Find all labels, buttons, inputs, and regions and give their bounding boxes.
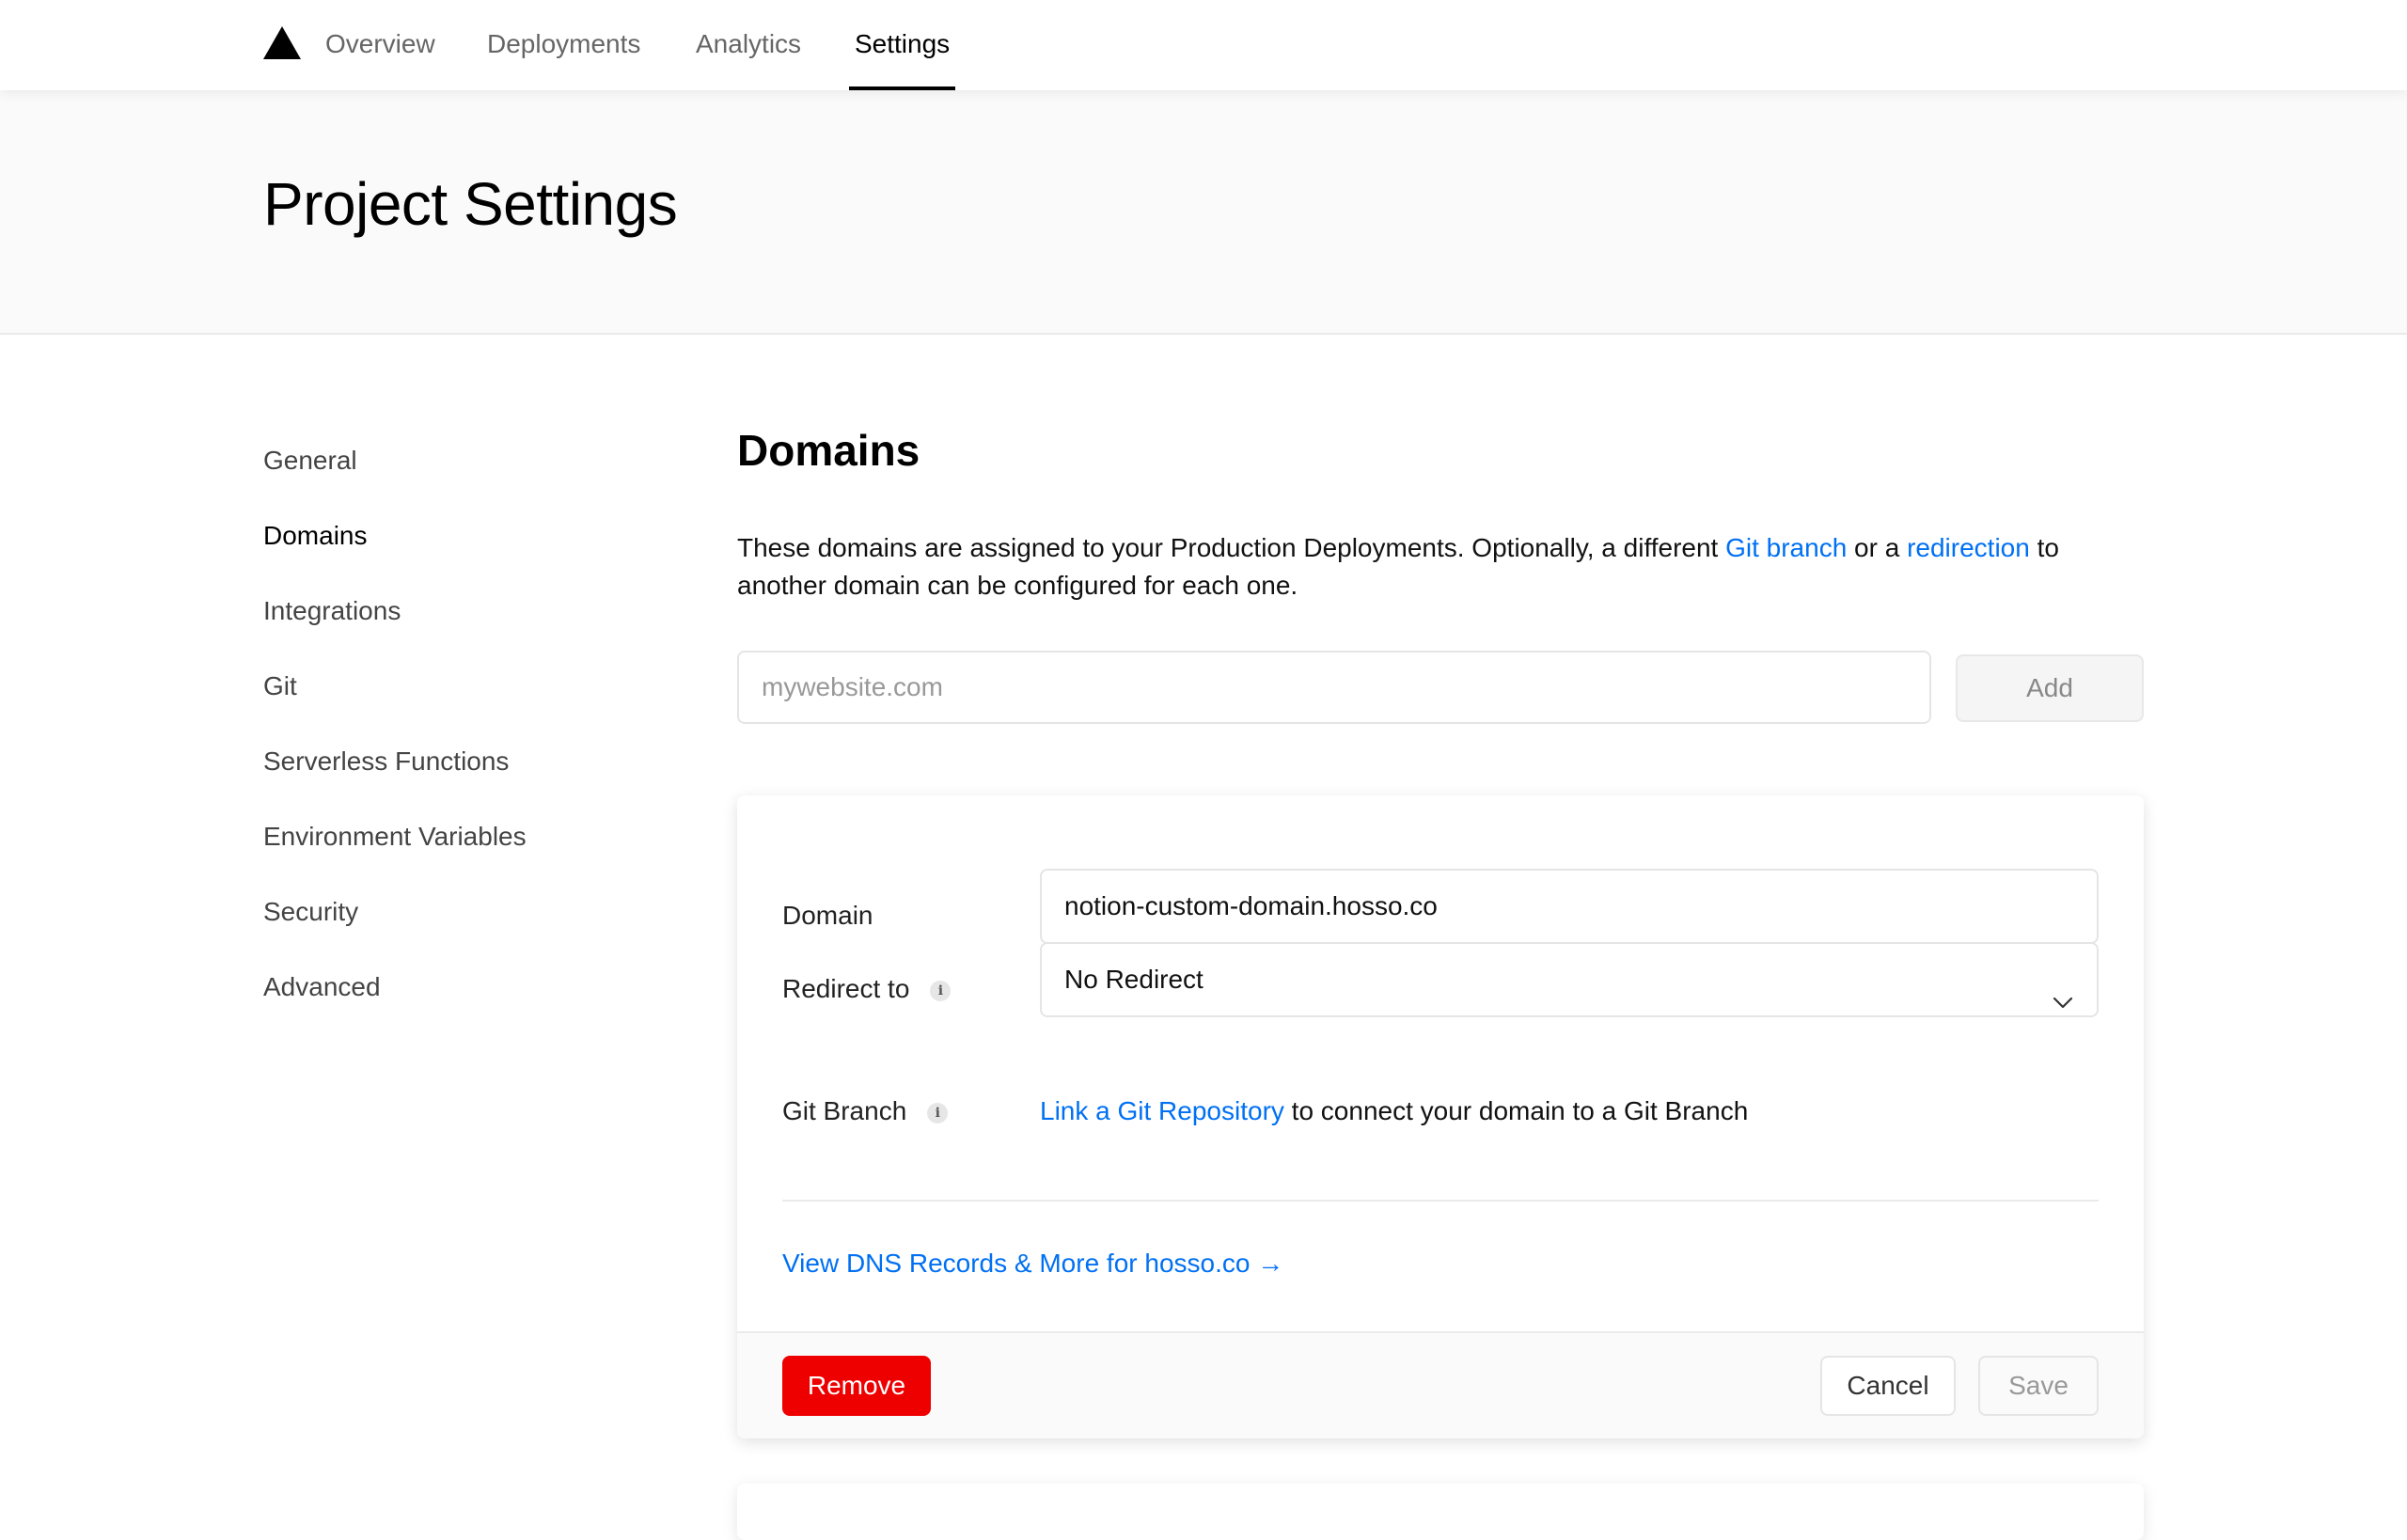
domain-field[interactable]: notion-custom-domain.hosso.co: [1040, 869, 2099, 944]
description-text: These domains are assigned to your Produ…: [737, 533, 1726, 562]
info-icon[interactable]: i: [927, 1102, 949, 1124]
vercel-logo-icon[interactable]: [263, 26, 301, 59]
sidebar-item-git[interactable]: Git: [263, 671, 297, 701]
tab-label: Overview: [325, 29, 435, 58]
redirect-label-text: Redirect to: [782, 974, 910, 1003]
git-branch-text: to connect your domain to a Git Branch: [1283, 1096, 1749, 1125]
next-domain-card: [737, 1484, 2144, 1540]
section-title: Domains: [737, 426, 920, 475]
redirect-select[interactable]: No Redirect: [1040, 942, 2099, 1017]
redirect-label: Redirect to i: [782, 974, 952, 1004]
git-branch-row: Link a Git Repository to connect your do…: [1040, 1096, 1748, 1126]
tab-label: Deployments: [487, 29, 641, 58]
git-branch-label-text: Git Branch: [782, 1096, 907, 1125]
page-header: Project Settings: [0, 90, 2407, 335]
view-dns-records-link[interactable]: View DNS Records & More for hosso.co →: [782, 1249, 1283, 1279]
card-footer: Remove Cancel Save: [737, 1331, 2144, 1438]
git-branch-label: Git Branch i: [782, 1096, 949, 1126]
tab-analytics[interactable]: Analytics: [696, 0, 801, 90]
section-description: These domains are assigned to your Produ…: [737, 529, 2147, 605]
redirect-selected-value: No Redirect: [1064, 965, 1204, 994]
divider: [782, 1200, 2099, 1202]
add-domain-input[interactable]: [737, 651, 1931, 724]
sidebar-item-serverless-functions[interactable]: Serverless Functions: [263, 746, 509, 777]
sidebar-item-advanced[interactable]: Advanced: [263, 972, 381, 1002]
cancel-button[interactable]: Cancel: [1820, 1356, 1956, 1416]
sidebar-item-general[interactable]: General: [263, 446, 357, 476]
remove-button[interactable]: Remove: [782, 1356, 931, 1416]
sidebar-item-integrations[interactable]: Integrations: [263, 596, 401, 626]
sidebar-item-environment-variables[interactable]: Environment Variables: [263, 822, 527, 852]
tab-settings[interactable]: Settings: [849, 0, 956, 90]
chevron-down-icon: [2052, 970, 2074, 1042]
sidebar-item-security[interactable]: Security: [263, 897, 358, 927]
add-domain-button[interactable]: Add: [1956, 654, 2144, 722]
description-text: or a: [1847, 533, 1908, 562]
active-tab-indicator: [849, 86, 956, 90]
domain-card: Domain notion-custom-domain.hosso.co Red…: [737, 795, 2144, 1438]
tab-deployments[interactable]: Deployments: [487, 0, 640, 90]
save-button[interactable]: Save: [1978, 1356, 2099, 1416]
git-branch-link[interactable]: Git branch: [1725, 533, 1847, 562]
page-title: Project Settings: [263, 170, 678, 238]
domain-value: notion-custom-domain.hosso.co: [1064, 891, 1438, 920]
tab-label: Settings: [855, 29, 951, 58]
domain-label: Domain: [782, 901, 873, 930]
sidebar-item-domains[interactable]: Domains: [263, 521, 367, 551]
info-icon[interactable]: i: [930, 980, 952, 1001]
link-git-repository-link[interactable]: Link a Git Repository: [1040, 1096, 1284, 1125]
top-navigation-bar: Overview Deployments Analytics Settings: [0, 0, 2407, 90]
redirection-link[interactable]: redirection: [1907, 533, 2030, 562]
tab-label: Analytics: [696, 29, 802, 58]
tab-overview[interactable]: Overview: [325, 0, 435, 90]
